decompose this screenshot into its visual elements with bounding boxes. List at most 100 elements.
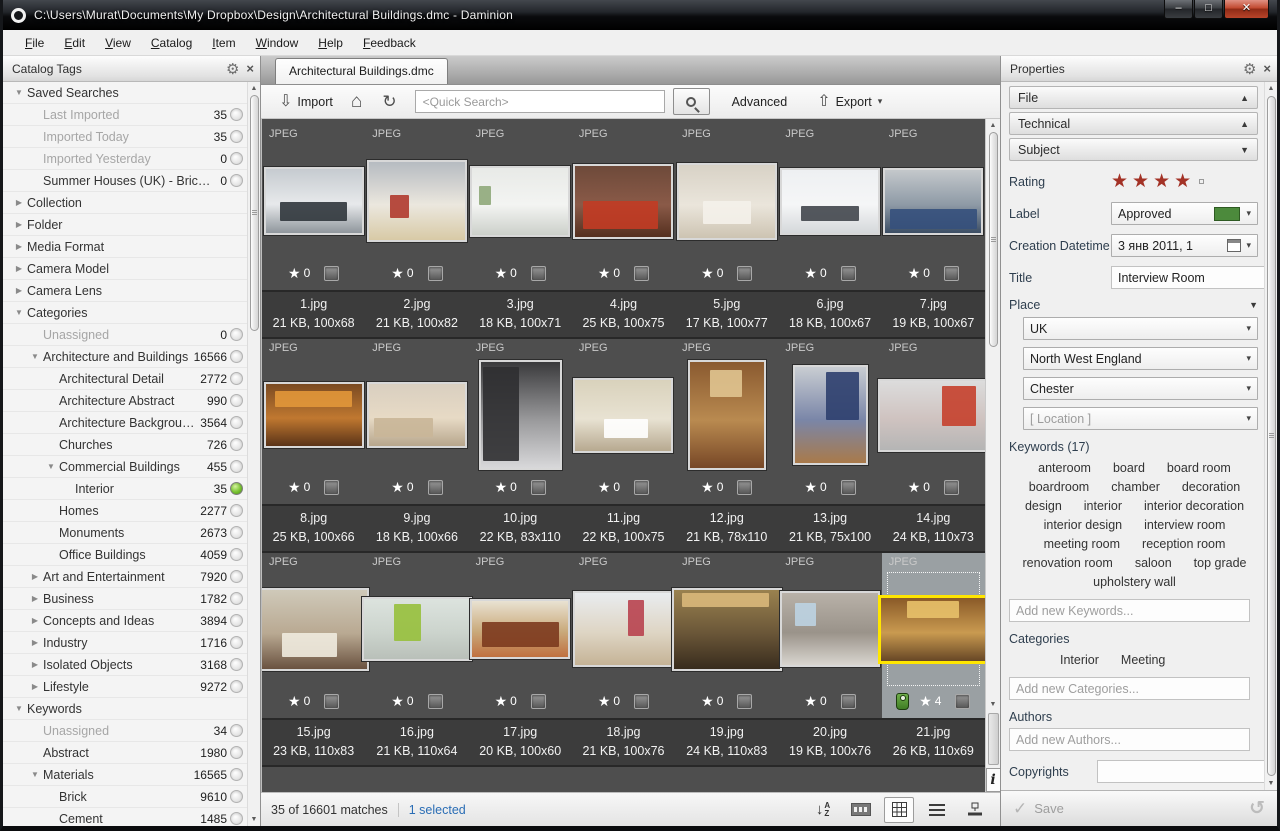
tree-item-filter-radio[interactable] (230, 680, 243, 693)
info-button[interactable]: i (986, 768, 1001, 792)
rating-star-icon[interactable]: ★ (908, 265, 921, 282)
thumbnail-image[interactable] (878, 595, 985, 664)
tree-item-filter-radio[interactable] (230, 746, 243, 759)
maximize-button[interactable]: □ (1194, 0, 1223, 19)
place-city-select[interactable]: Chester ▾ (1023, 377, 1258, 400)
select-checkbox[interactable] (324, 480, 339, 495)
search-button[interactable] (673, 88, 710, 115)
thumbnail-image[interactable] (688, 360, 766, 470)
tree-item-lifestyle[interactable]: ▶Lifestyle9272 (3, 676, 247, 698)
close-button[interactable]: ✕ (1224, 0, 1269, 19)
expand-arrow-icon[interactable]: ▼ (27, 770, 43, 779)
tree-item-filter-radio[interactable] (230, 130, 243, 143)
thumbnail-image[interactable] (780, 591, 880, 667)
selected-count-link[interactable]: 1 selected (398, 803, 466, 817)
keyword-tag[interactable]: anteroom (1038, 461, 1091, 475)
thumbnail-cell[interactable]: JPEG★0 (572, 339, 675, 504)
keyword-tag[interactable]: decoration (1182, 480, 1240, 494)
menu-item-window[interactable]: Window (246, 32, 309, 54)
scroll-down-icon[interactable]: ▼ (1268, 777, 1275, 790)
rating-star-icon[interactable]: ★ (919, 693, 932, 710)
thumbnail-cell[interactable]: JPEG★0 (469, 339, 572, 504)
chevron-down-icon[interactable]: ▼ (1249, 300, 1258, 310)
thumbnail-cell[interactable]: JPEG★0 (262, 125, 365, 290)
tab-catalog[interactable]: Architectural Buildings.dmc (275, 58, 448, 84)
tree-item-churches[interactable]: Churches726 (3, 434, 247, 456)
tree-item-filter-radio[interactable] (230, 658, 243, 671)
tree-item-materials[interactable]: ▼Materials16565 (3, 764, 247, 786)
select-checkbox[interactable] (841, 694, 856, 709)
undo-icon[interactable]: ↺ (1249, 797, 1265, 820)
tree-item-filter-radio[interactable] (230, 174, 243, 187)
details-view-button[interactable] (960, 797, 990, 823)
tree-item-brick[interactable]: Brick9610 (3, 786, 247, 808)
tree-item-filter-radio[interactable] (230, 812, 243, 825)
select-checkbox[interactable] (324, 266, 339, 281)
thumbnail-cell[interactable]: JPEG★0 (675, 553, 778, 718)
collapse-arrow-icon[interactable]: ▶ (11, 198, 27, 207)
place-country-select[interactable]: UK ▾ (1023, 317, 1258, 340)
menu-item-help[interactable]: Help (308, 32, 353, 54)
keyword-tag[interactable]: interior design (1044, 518, 1123, 532)
select-checkbox[interactable] (841, 266, 856, 281)
thumbnail-image[interactable] (883, 168, 983, 235)
add-keywords-input[interactable] (1009, 599, 1250, 622)
collapse-arrow-icon[interactable]: ▶ (11, 242, 27, 251)
label-select[interactable]: Approved ▾ (1111, 202, 1258, 225)
thumbnail-image[interactable] (479, 360, 562, 470)
rating-star-icon[interactable]: ★ (391, 693, 404, 710)
section-file[interactable]: File ▲ (1009, 86, 1258, 109)
collapse-arrow-icon[interactable]: ▶ (27, 594, 43, 603)
collapse-arrow-icon[interactable]: ▶ (27, 616, 43, 625)
sort-button[interactable]: ↓ AZ (808, 797, 838, 823)
gear-icon[interactable]: ⚙ (226, 60, 239, 78)
thumbnail-cell[interactable]: JPEG★0 (262, 339, 365, 504)
thumbnail-cell[interactable]: JPEG★0 (882, 339, 985, 504)
tree-item-filter-radio[interactable] (230, 416, 243, 429)
thumbnail-cell[interactable]: JPEG★0 (572, 553, 675, 718)
tree-item-filter-radio[interactable] (230, 592, 243, 605)
scrollbar-thumb[interactable] (1267, 96, 1276, 776)
thumbnail-cell[interactable]: JPEG★0 (365, 339, 468, 504)
select-checkbox[interactable] (428, 694, 443, 709)
rating-star-icon[interactable]: ★ (495, 693, 508, 710)
tree-item-filter-radio[interactable] (230, 614, 243, 627)
place-state-select[interactable]: North West England ▾ (1023, 347, 1258, 370)
rating-star-filled-icon[interactable]: ★ (1174, 170, 1191, 193)
close-icon[interactable]: × (1263, 61, 1271, 76)
tree-item-filter-radio[interactable] (230, 548, 243, 561)
place-location-select[interactable]: [ Location ] ▾ (1023, 407, 1258, 430)
collapse-arrow-icon[interactable]: ▶ (27, 682, 43, 691)
thumbnail-image[interactable] (262, 588, 369, 671)
thumbnail-cell[interactable]: JPEG★0 (778, 553, 881, 718)
thumbnail-image[interactable] (470, 166, 570, 237)
rating-star-icon[interactable]: ★ (701, 693, 714, 710)
rating-star-icon[interactable]: ★ (804, 265, 817, 282)
tree-item-imported-yesterday[interactable]: Imported Yesterday0 (3, 148, 247, 170)
menu-item-edit[interactable]: Edit (54, 32, 95, 54)
tree-item-isolated-objects[interactable]: ▶Isolated Objects3168 (3, 654, 247, 676)
category-tag[interactable]: Meeting (1121, 653, 1165, 667)
tree-item-collection[interactable]: ▶Collection (3, 192, 247, 214)
thumbnail-image[interactable] (367, 382, 467, 448)
thumbnail-cell[interactable]: JPEG★0 (365, 125, 468, 290)
scroll-down-icon[interactable]: ▼ (251, 813, 258, 826)
collapse-arrow-icon[interactable]: ▶ (27, 572, 43, 581)
select-checkbox[interactable] (944, 266, 959, 281)
gear-icon[interactable]: ⚙ (1243, 60, 1256, 78)
scroll-down-icon[interactable]: ▼ (990, 698, 997, 711)
select-checkbox[interactable] (737, 480, 752, 495)
scroll-up-icon[interactable]: ▲ (990, 119, 997, 132)
thumbnail-cell[interactable]: JPEG★0 (572, 125, 675, 290)
keyword-tag[interactable]: interior decoration (1144, 499, 1244, 513)
tree-item-camera-model[interactable]: ▶Camera Model (3, 258, 247, 280)
thumbnail-image[interactable] (573, 591, 673, 667)
add-categories-input[interactable] (1009, 677, 1250, 700)
tree-item-last-imported[interactable]: Last Imported35 (3, 104, 247, 126)
select-checkbox[interactable] (955, 694, 970, 709)
tree-item-filter-radio[interactable] (230, 108, 243, 121)
collapse-arrow-icon[interactable]: ▶ (11, 220, 27, 229)
tree-item-industry[interactable]: ▶Industry1716 (3, 632, 247, 654)
thumbnail-size-slider[interactable] (988, 713, 999, 765)
tree-item-filter-radio[interactable] (230, 504, 243, 517)
